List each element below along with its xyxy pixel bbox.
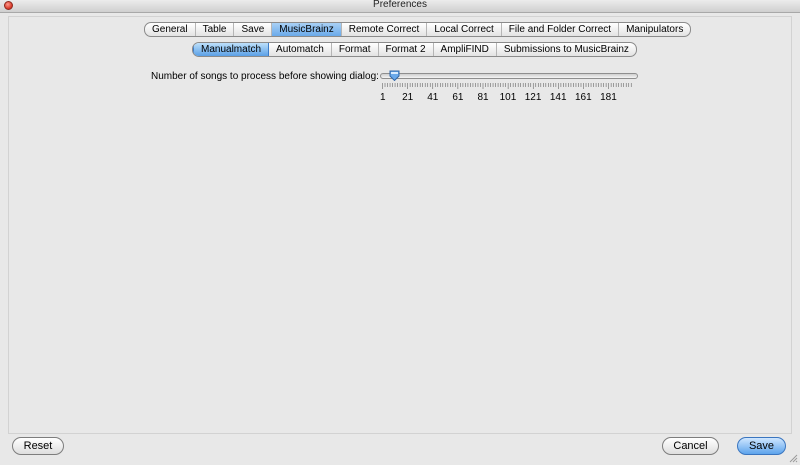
slider-tick-label: 161	[575, 92, 592, 103]
subtab-format-2[interactable]: Format 2	[379, 43, 434, 56]
slider-tick-label: 21	[402, 92, 414, 103]
tab-general[interactable]: General	[145, 23, 196, 36]
title-bar: Preferences	[0, 0, 800, 13]
slider-tick-label: 181	[600, 92, 617, 103]
main-tab-bar: General Table Save MusicBrainz Remote Co…	[144, 22, 692, 37]
subtab-manualmatch[interactable]: Manualmatch	[193, 43, 270, 56]
window-title: Preferences	[373, 0, 427, 10]
slider-tick-label: 1	[380, 92, 386, 103]
songs-slider-track[interactable]	[380, 73, 638, 79]
tab-remote-correct[interactable]: Remote Correct	[342, 23, 428, 36]
subtab-submissions-to-musicbrainz[interactable]: Submissions to MusicBrainz	[497, 43, 636, 56]
songs-slider-thumb[interactable]	[389, 70, 400, 81]
slider-tick-label: 81	[477, 92, 489, 103]
subtab-automatch[interactable]: Automatch	[269, 43, 332, 56]
tab-file-and-folder-correct[interactable]: File and Folder Correct	[502, 23, 620, 36]
subtab-amplifind[interactable]: AmpliFIND	[434, 43, 497, 56]
subtab-format[interactable]: Format	[332, 43, 379, 56]
cancel-button[interactable]: Cancel	[662, 437, 719, 455]
tab-save[interactable]: Save	[234, 23, 273, 36]
tab-local-correct[interactable]: Local Correct	[427, 23, 502, 36]
save-button[interactable]: Save	[737, 437, 786, 455]
songs-slider-label: Number of songs to process before showin…	[151, 71, 379, 82]
sub-tab-bar: Manualmatch Automatch Format Format 2 Am…	[192, 42, 637, 57]
reset-button[interactable]: Reset	[12, 437, 64, 455]
slider-tick-label: 101	[499, 92, 517, 103]
resize-grip-icon[interactable]	[788, 453, 798, 463]
preferences-window: Preferences General Table Save MusicBrai…	[0, 0, 800, 465]
tab-musicbrainz[interactable]: MusicBrainz	[272, 23, 342, 36]
slider-tick-label: 41	[427, 92, 439, 103]
tab-table[interactable]: Table	[196, 23, 235, 36]
slider-tick-label: 141	[549, 92, 567, 103]
songs-slider-ticks	[382, 83, 632, 89]
slider-tick-label: 121	[524, 92, 542, 103]
slider-tick-label: 61	[452, 92, 464, 103]
tab-manipulators[interactable]: Manipulators	[619, 23, 690, 36]
